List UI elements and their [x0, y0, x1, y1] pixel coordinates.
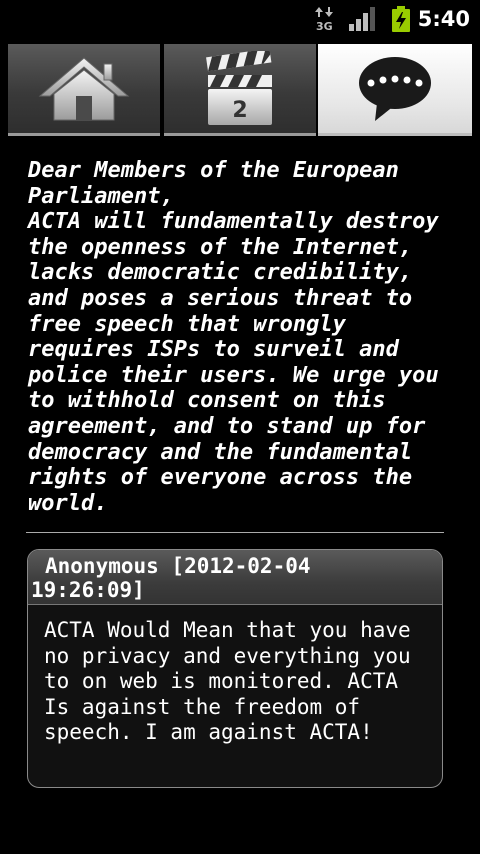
network-label: 3G	[316, 20, 333, 32]
divider	[26, 532, 444, 533]
comment-author: Anonymous [2012-02-04 19:26:09]	[31, 554, 311, 602]
home-icon	[38, 56, 130, 120]
tab-bar: 2	[8, 44, 472, 140]
speech-bubble-icon	[359, 56, 431, 121]
battery-charging-icon	[392, 6, 410, 32]
status-bar: 3G 5:40	[0, 0, 480, 38]
comment-body: ACTA Would Mean that you have no privacy…	[44, 618, 411, 745]
tab-news[interactable]: 2	[164, 44, 316, 136]
network-3g-icon: 3G	[315, 7, 333, 32]
comment-header: Anonymous [2012-02-04 19:26:09]	[28, 550, 442, 605]
signal-strength-icon	[349, 7, 375, 31]
clapperboard-icon: 2	[206, 50, 272, 125]
comment-card[interactable]: Anonymous [2012-02-04 19:26:09] ACTA Wou…	[27, 549, 443, 788]
status-clock: 5:40	[417, 7, 470, 31]
petition-letter: Dear Members of the European Parliament,…	[28, 158, 439, 516]
tab-home[interactable]	[8, 44, 160, 136]
news-tab-badge: 2	[232, 98, 247, 123]
tab-comments[interactable]	[318, 44, 472, 136]
